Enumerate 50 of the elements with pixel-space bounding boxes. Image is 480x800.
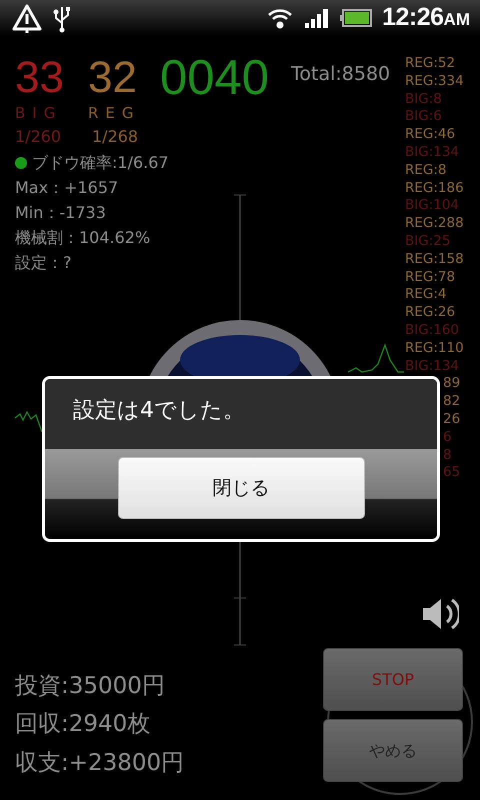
history-entry: REG:334	[405, 72, 465, 91]
reg-rate: 1/268	[91, 126, 140, 148]
history-entry: BIG:25	[405, 232, 452, 251]
clock-time: 12:26	[382, 2, 444, 34]
history-entry: BIG:134	[405, 358, 460, 376]
history-entry: REG:4	[405, 286, 448, 304]
history-entry: 82	[443, 393, 462, 411]
stat-text: ブドウ確率:1/6.67	[32, 152, 169, 174]
history-entry: BIG:134	[405, 144, 460, 162]
quit-button[interactable]: やめる	[323, 719, 463, 782]
history-entry: 6	[443, 428, 453, 447]
stat-text: Min：-1733	[15, 202, 106, 224]
total-text: 収支:+23800円	[15, 748, 184, 778]
close-button[interactable]: 閉じる	[118, 457, 364, 519]
history-entry: BIG:104	[405, 197, 460, 216]
history-entry: 65	[443, 464, 462, 482]
game-count: 0040	[160, 54, 270, 102]
big-label: BIG	[15, 103, 64, 124]
history-entry: BIG:6	[405, 108, 443, 126]
stat-text: Max：+1657	[15, 177, 118, 199]
dialog-message: 設定は4でした。	[73, 398, 245, 423]
speaker-icon	[421, 596, 459, 632]
clock-period: AM	[444, 9, 470, 32]
battery-icon	[340, 9, 372, 27]
history-entry: BIG:8	[405, 90, 443, 108]
history-entry: REG:8	[405, 162, 448, 180]
history-entry: REG:288	[405, 215, 465, 233]
reg-label: REG	[88, 103, 142, 124]
history-entry: REG:26	[405, 304, 456, 322]
history-entry: REG:46	[405, 126, 456, 144]
big-rate: 1/260	[15, 126, 62, 148]
history-entry: 26	[443, 410, 462, 429]
total-text: 回収:2940枚	[15, 710, 152, 739]
warning-icon	[12, 3, 42, 33]
total-count: Total:8580	[291, 62, 390, 87]
stat-text: 設定：?	[15, 252, 72, 274]
big-count: 33	[15, 54, 65, 102]
history-entry: REG:158	[405, 250, 465, 269]
stop-button[interactable]: STOP	[323, 648, 463, 711]
signal-icon	[304, 7, 330, 29]
history-entry: BIG:160	[405, 322, 460, 340]
history-entry: 89	[443, 375, 462, 394]
history-entry: REG:186	[405, 180, 465, 198]
history-entry: REG:78	[405, 268, 456, 286]
total-text: 投資:35000円	[15, 672, 166, 700]
history-entry: 8	[443, 446, 453, 464]
history-entry: REG:52	[405, 55, 456, 73]
reg-count: 32	[88, 54, 138, 102]
stat-text: 機械割：104.62%	[15, 227, 150, 249]
history-entry: REG:110	[405, 340, 465, 358]
